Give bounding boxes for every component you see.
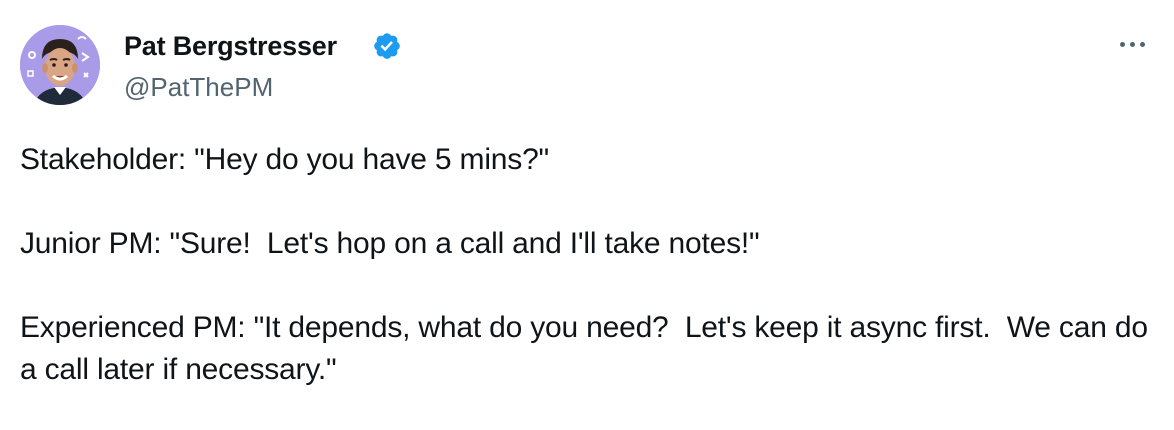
author-handle[interactable]: @PatThePM <box>124 70 273 104</box>
tweet-paragraph: Junior PM: "Sure! Let's hop on a call an… <box>20 227 760 260</box>
more-options-icon <box>1119 41 1125 47</box>
verified-badge-icon <box>372 31 402 61</box>
tweet-text: Stakeholder: "Hey do you have 5 mins?" J… <box>20 139 1150 391</box>
more-options-dot <box>1139 41 1145 47</box>
author-avatar[interactable] <box>20 25 100 105</box>
more-options-button[interactable] <box>1112 30 1152 58</box>
tweet-paragraph: Experienced PM: "It depends, what do you… <box>20 311 1156 386</box>
tweet-paragraph: Stakeholder: "Hey do you have 5 mins?" <box>20 143 550 176</box>
tweet-card: Pat Bergstresser @PatThePM Stakeholder: … <box>0 0 1174 430</box>
more-options-dot <box>1129 41 1135 47</box>
author-display-name[interactable]: Pat Bergstresser <box>124 29 337 63</box>
avatar-image <box>20 25 100 105</box>
